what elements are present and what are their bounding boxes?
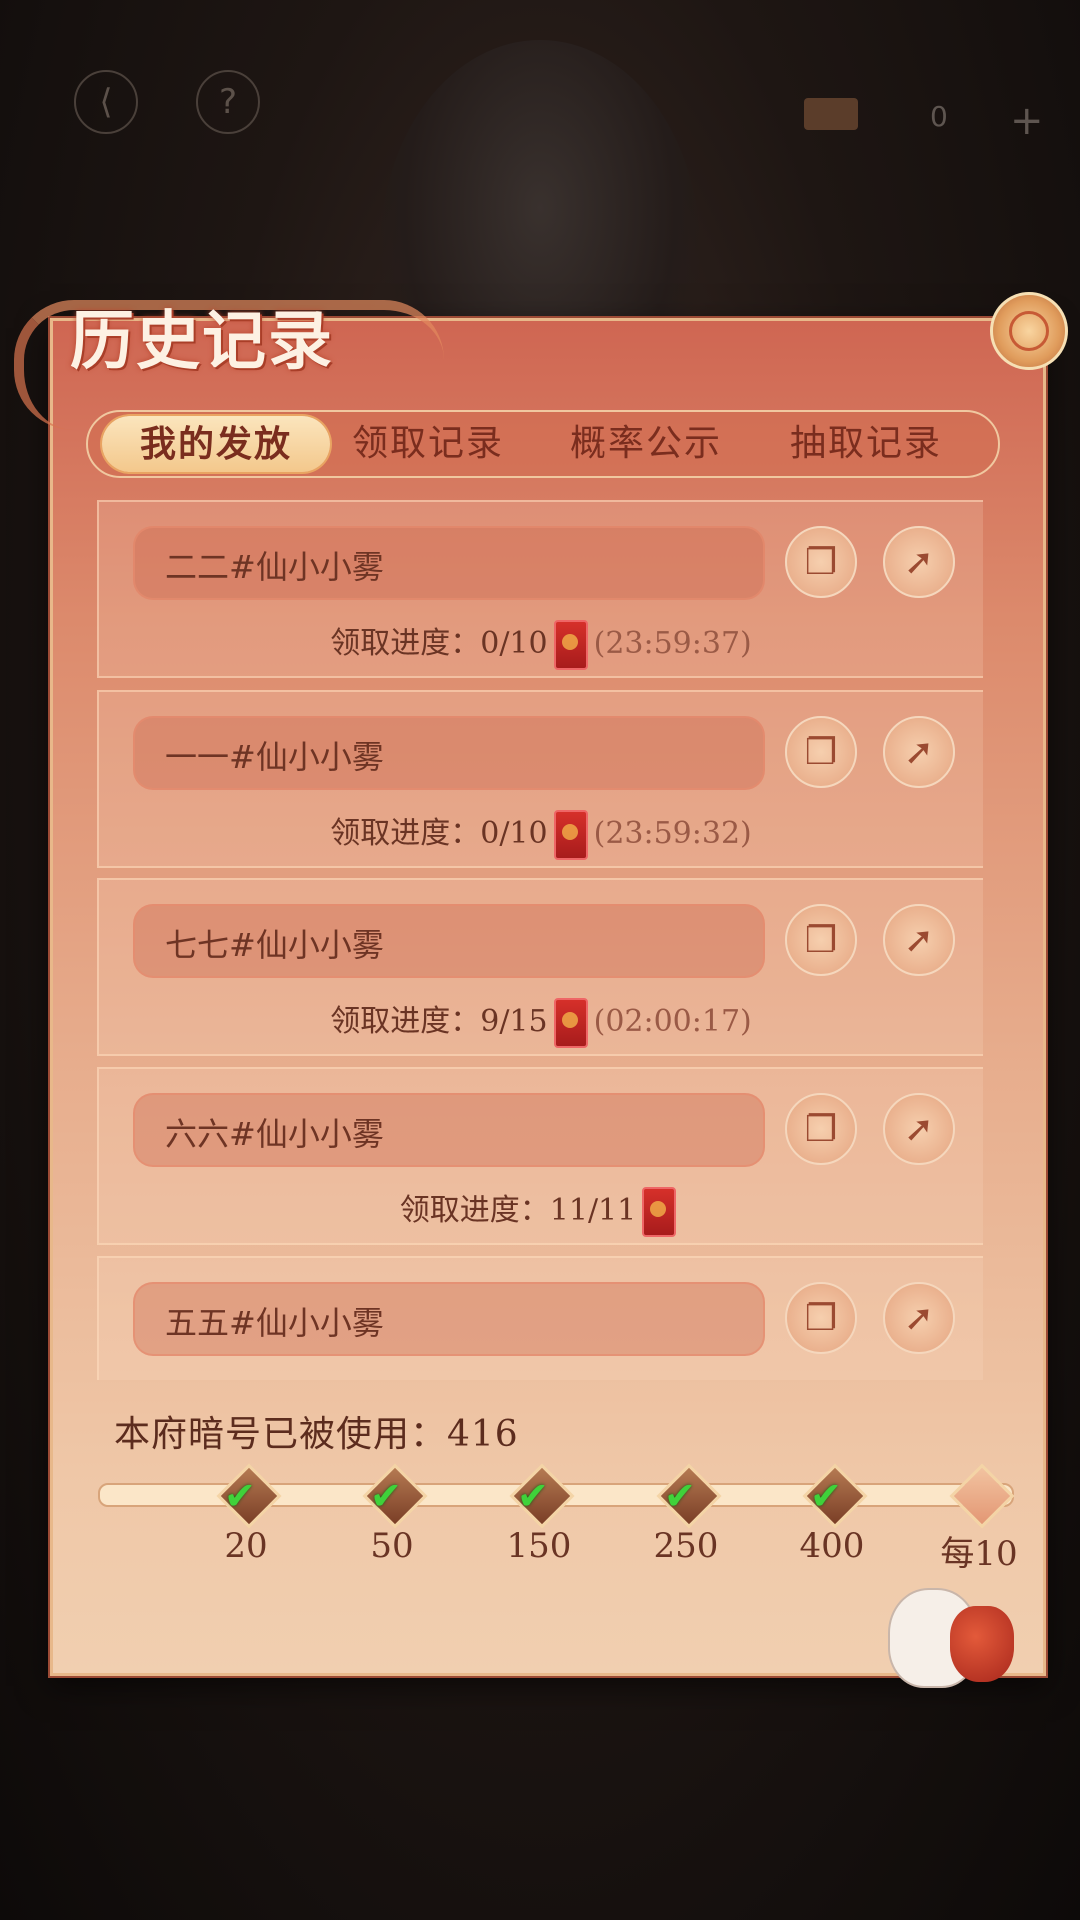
red-envelope-icon	[553, 620, 588, 670]
help-button[interactable]: ?	[196, 70, 260, 134]
share-button[interactable]: ➚	[883, 1282, 955, 1354]
milestone-label: 150	[506, 1526, 572, 1566]
copy-icon: ❐	[804, 1297, 838, 1339]
tab-bar: 我的发放 领取记录 概率公示 抽取记录	[86, 410, 1000, 478]
progress-label: 领取进度：	[399, 1193, 550, 1228]
share-arrow-icon: ➚	[903, 541, 935, 583]
progress-value: 11/11	[549, 1193, 637, 1228]
record-card: 五五#仙小小雾 ❐ ➚	[97, 1256, 983, 1380]
claim-progress: 领取进度：0/10 (23:59:32)	[99, 808, 983, 860]
progress-label: 领取进度：	[330, 1004, 481, 1039]
progress-value: 9/15	[480, 1004, 548, 1039]
progress-label: 领取进度：	[330, 816, 481, 851]
plus-icon: +	[1010, 98, 1044, 144]
check-icon: ✔	[517, 1474, 549, 1518]
milestone-label: 50	[370, 1526, 414, 1566]
copy-button[interactable]: ❐	[785, 1093, 857, 1165]
record-card: 二二#仙小小雾 ❐ ➚ 领取进度：0/10 (23:59:37)	[97, 500, 983, 678]
milestone-label: 400	[799, 1526, 865, 1566]
claim-progress: 领取进度：11/11	[99, 1185, 983, 1237]
currency-display: 0	[804, 96, 948, 136]
record-card: 七七#仙小小雾 ❐ ➚ 领取进度：9/15 (02:00:17)	[97, 878, 983, 1056]
record-card: 六六#仙小小雾 ❐ ➚ 领取进度：11/11	[97, 1067, 983, 1245]
share-button[interactable]: ➚	[883, 526, 955, 598]
record-name: 五五#仙小小雾	[165, 1304, 384, 1342]
progress-label: 领取进度：	[330, 626, 481, 661]
check-icon: ✔	[664, 1474, 696, 1518]
claim-progress: 领取进度：9/15 (02:00:17)	[99, 996, 983, 1048]
tab-claim-records[interactable]: 领取记录	[314, 416, 542, 472]
record-name: 二二#仙小小雾	[165, 548, 384, 586]
share-arrow-icon: ➚	[903, 731, 935, 773]
check-icon: ✔	[224, 1474, 256, 1518]
red-envelope-icon	[553, 998, 588, 1048]
copy-icon: ❐	[804, 541, 838, 583]
check-icon: ✔	[810, 1474, 842, 1518]
currency-icon	[804, 98, 858, 130]
share-button[interactable]: ➚	[883, 904, 955, 976]
copy-button[interactable]: ❐	[785, 904, 857, 976]
red-envelope-icon	[642, 1187, 677, 1237]
record-name: 七七#仙小小雾	[165, 926, 384, 964]
share-button[interactable]: ➚	[883, 1093, 955, 1165]
record-list[interactable]: 二二#仙小小雾 ❐ ➚ 领取进度：0/10 (23:59:37) 一一#仙小小雾 …	[97, 500, 983, 1380]
check-icon: ✔	[370, 1474, 402, 1518]
progress-value: 0/10	[480, 626, 548, 661]
help-icon: ?	[218, 82, 238, 122]
countdown-timer: (23:59:32)	[593, 816, 752, 851]
share-button[interactable]: ➚	[883, 716, 955, 788]
record-name: 一一#仙小小雾	[165, 738, 384, 776]
share-arrow-icon: ➚	[903, 1297, 935, 1339]
copy-button[interactable]: ❐	[785, 526, 857, 598]
copy-icon: ❐	[804, 1108, 838, 1150]
tab-draw-records[interactable]: 抽取记录	[752, 416, 980, 472]
copy-button[interactable]: ❐	[785, 1282, 857, 1354]
page-title: 历史记录	[70, 304, 334, 379]
tab-probability[interactable]: 概率公示	[532, 416, 760, 472]
milestone-label: 每10	[940, 1534, 1018, 1574]
countdown-timer: (02:00:17)	[593, 1004, 752, 1039]
progress-value: 0/10	[480, 816, 548, 851]
back-arrow-icon: ⟨	[99, 82, 113, 122]
close-medal-button[interactable]	[990, 292, 1068, 370]
currency-value: 0	[930, 100, 948, 133]
tab-my-distribution[interactable]: 我的发放	[102, 416, 330, 472]
copy-icon: ❐	[804, 731, 838, 773]
record-name: 六六#仙小小雾	[165, 1115, 384, 1153]
lucky-bag-icon	[950, 1606, 1014, 1682]
record-card: 一一#仙小小雾 ❐ ➚ 领取进度：0/10 (23:59:32)	[97, 690, 983, 868]
share-arrow-icon: ➚	[903, 1108, 935, 1150]
countdown-timer: (23:59:37)	[593, 626, 752, 661]
share-arrow-icon: ➚	[903, 919, 935, 961]
red-envelope-icon	[553, 810, 588, 860]
usage-count-text: 本府暗号已被使用：416	[114, 1414, 519, 1455]
copy-icon: ❐	[804, 919, 838, 961]
add-currency-button[interactable]: +	[1010, 98, 1044, 144]
milestone-label: 250	[653, 1526, 719, 1566]
claim-progress: 领取进度：0/10 (23:59:37)	[99, 618, 983, 670]
back-button[interactable]: ⟨	[74, 70, 138, 134]
milestone-label: 20	[224, 1526, 268, 1566]
copy-button[interactable]: ❐	[785, 716, 857, 788]
